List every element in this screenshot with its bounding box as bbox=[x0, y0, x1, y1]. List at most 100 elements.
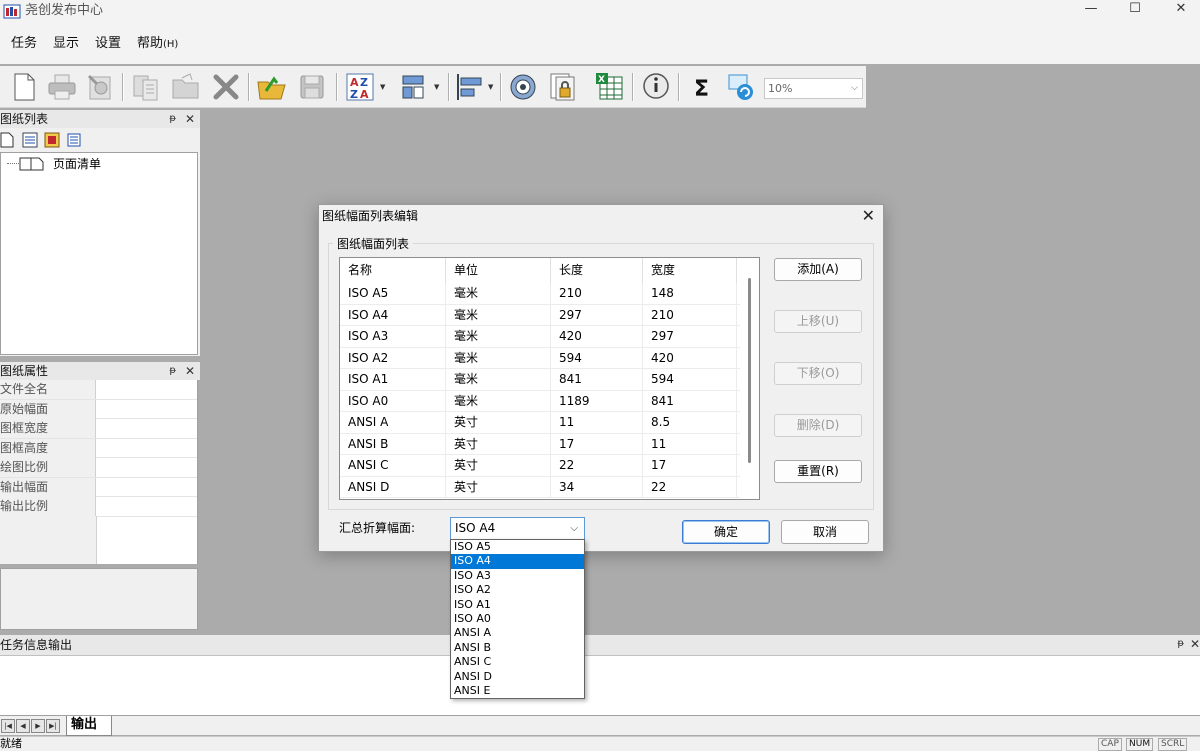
drawing-tree[interactable]: 页面清单 bbox=[0, 152, 198, 355]
cell-unit: 毫米 bbox=[446, 304, 551, 326]
cell-unit: 英寸 bbox=[446, 412, 551, 433]
column-header-width[interactable]: 宽度 bbox=[643, 258, 737, 283]
copy-icon[interactable] bbox=[130, 71, 162, 103]
save-icon[interactable] bbox=[296, 71, 328, 103]
dropdown-option[interactable]: ISO A0 bbox=[451, 612, 584, 626]
delete-icon[interactable] bbox=[210, 71, 242, 103]
panel-title: 任务信息输出 bbox=[0, 638, 73, 652]
property-row[interactable]: 文件全名 bbox=[0, 380, 197, 400]
table-row[interactable]: ISO A4 毫米 297 210 bbox=[340, 304, 740, 326]
dropdown-option[interactable]: ANSI B bbox=[451, 641, 584, 655]
table-row[interactable]: ISO A1 毫米 841 594 bbox=[340, 369, 740, 391]
move-down-button[interactable]: 下移(O) bbox=[774, 362, 862, 385]
dropdown-option[interactable]: ANSI C bbox=[451, 655, 584, 669]
dropdown-option[interactable]: ANSI E bbox=[451, 684, 584, 698]
paper-size-list[interactable]: 名称 单位 长度 宽度 ISO A5 毫米 210 148 ISO A4 毫米 297 210… bbox=[339, 257, 760, 500]
property-name: 文件全名 bbox=[0, 380, 96, 399]
move-up-button[interactable]: 上移(U) bbox=[774, 310, 862, 333]
open-folder-icon[interactable] bbox=[170, 71, 202, 103]
property-row[interactable]: 图框宽度 bbox=[0, 419, 197, 439]
print-settings-icon[interactable] bbox=[84, 71, 116, 103]
menu-bar: 任务 显示 设置 帮助(H) bbox=[0, 24, 1200, 64]
print-icon[interactable] bbox=[46, 71, 78, 103]
output-log[interactable] bbox=[0, 655, 1200, 715]
first-tab-icon[interactable]: |◀ bbox=[1, 719, 15, 733]
property-row[interactable]: 绘图比例 bbox=[0, 458, 197, 478]
table-row[interactable]: ISO A2 毫米 594 420 bbox=[340, 347, 740, 369]
cell-name: ISO A1 bbox=[340, 369, 446, 390]
dropdown-option[interactable]: ISO A1 bbox=[451, 598, 584, 612]
property-row[interactable]: 图框高度 bbox=[0, 438, 197, 458]
cancel-button[interactable]: 取消 bbox=[781, 520, 869, 544]
close-icon[interactable]: ✕ bbox=[1190, 635, 1200, 653]
tab-output[interactable]: 输出 bbox=[66, 716, 112, 736]
new-file-icon[interactable] bbox=[8, 71, 40, 103]
close-icon[interactable]: ✕ bbox=[185, 110, 195, 128]
dropdown-option[interactable]: ISO A3 bbox=[451, 569, 584, 583]
column-header-length[interactable]: 长度 bbox=[551, 258, 643, 283]
reset-button[interactable]: 重置(R) bbox=[774, 460, 862, 483]
next-tab-icon[interactable]: ▶ bbox=[31, 719, 45, 733]
new-page-icon[interactable] bbox=[0, 132, 14, 148]
pin-icon[interactable]: ᵽ bbox=[1177, 635, 1184, 653]
dropdown-option[interactable]: ANSI A bbox=[451, 626, 584, 640]
table-row[interactable]: ANSI D 英寸 34 22 bbox=[340, 476, 740, 498]
table-row[interactable]: ISO A0 毫米 1189 841 bbox=[340, 390, 740, 412]
tree-root-page-list[interactable]: 页面清单 bbox=[51, 156, 103, 172]
info-icon[interactable] bbox=[640, 71, 672, 103]
list-scrollbar[interactable] bbox=[740, 258, 759, 499]
table-row[interactable]: ANSI B 英寸 17 11 bbox=[340, 433, 740, 455]
table-row[interactable]: ANSI C 英寸 22 17 bbox=[340, 455, 740, 477]
column-header-unit[interactable]: 单位 bbox=[446, 258, 551, 283]
publish-disc-icon[interactable] bbox=[507, 71, 539, 103]
close-icon[interactable]: ✕ bbox=[185, 362, 195, 380]
table-row[interactable]: ISO A5 毫米 210 148 bbox=[340, 283, 740, 305]
excel-export-icon[interactable]: X bbox=[594, 71, 626, 103]
chevron-down-icon[interactable]: ▼ bbox=[488, 83, 496, 91]
add-button[interactable]: 添加(A) bbox=[774, 258, 862, 281]
delete-button[interactable]: 删除(D) bbox=[774, 414, 862, 437]
table-row[interactable]: ISO A3 毫米 420 297 bbox=[340, 326, 740, 348]
last-tab-icon[interactable]: ▶| bbox=[46, 719, 60, 733]
zoom-select[interactable]: 10% ⌵ bbox=[764, 78, 863, 99]
table-row[interactable]: ANSI A 英寸 11 8.5 bbox=[340, 412, 740, 434]
maximize-button[interactable]: ☐ bbox=[1112, 0, 1158, 20]
page-list-icon[interactable] bbox=[22, 132, 38, 148]
sum-icon[interactable]: Σ bbox=[686, 71, 718, 103]
pin-icon[interactable]: ᵽ bbox=[169, 362, 176, 380]
pin-icon[interactable]: ᵽ bbox=[169, 110, 176, 128]
layout-icon[interactable] bbox=[398, 71, 430, 103]
align-icon[interactable] bbox=[454, 71, 486, 103]
refresh-zoom-icon[interactable] bbox=[726, 71, 758, 103]
cell-name: ISO A5 bbox=[340, 283, 446, 304]
chevron-down-icon[interactable]: ▼ bbox=[434, 83, 442, 91]
dialog-close-button[interactable]: ✕ bbox=[862, 206, 875, 226]
summary-size-select[interactable]: ISO A4 ⌵ bbox=[450, 517, 585, 540]
menu-help[interactable]: 帮助(H) bbox=[137, 36, 178, 53]
minimize-button[interactable]: — bbox=[1068, 0, 1114, 20]
open-icon[interactable] bbox=[256, 71, 288, 103]
dropdown-option[interactable]: ISO A5 bbox=[451, 540, 584, 554]
property-row[interactable]: 原始幅面 bbox=[0, 399, 197, 419]
prev-tab-icon[interactable]: ◀ bbox=[16, 719, 30, 733]
cell-length: 11 bbox=[551, 412, 643, 433]
column-header-name[interactable]: 名称 bbox=[340, 258, 446, 283]
chevron-down-icon[interactable]: ▼ bbox=[380, 83, 388, 91]
scrollbar-thumb[interactable] bbox=[748, 278, 751, 463]
dropdown-option[interactable]: ANSI D bbox=[451, 670, 584, 684]
security-lock-icon[interactable] bbox=[547, 71, 579, 103]
dropdown-option[interactable]: ISO A2 bbox=[451, 583, 584, 597]
menu-display[interactable]: 显示 bbox=[53, 36, 79, 53]
sort-az-icon[interactable]: AZZA bbox=[344, 71, 376, 103]
ok-button[interactable]: 确定 bbox=[682, 520, 770, 544]
details-view-icon[interactable] bbox=[66, 132, 82, 148]
summary-size-value: ISO A4 bbox=[455, 521, 496, 535]
summary-size-label: 汇总折算幅面: bbox=[339, 521, 416, 535]
page-properties-icon[interactable] bbox=[44, 132, 60, 148]
menu-task[interactable]: 任务 bbox=[11, 36, 37, 53]
dropdown-option[interactable]: ISO A4 bbox=[451, 554, 584, 569]
close-window-button[interactable]: ✕ bbox=[1158, 0, 1200, 20]
property-row[interactable]: 输出幅面 bbox=[0, 477, 197, 497]
menu-settings[interactable]: 设置 bbox=[95, 36, 121, 53]
property-row[interactable]: 输出比例 bbox=[0, 497, 197, 517]
